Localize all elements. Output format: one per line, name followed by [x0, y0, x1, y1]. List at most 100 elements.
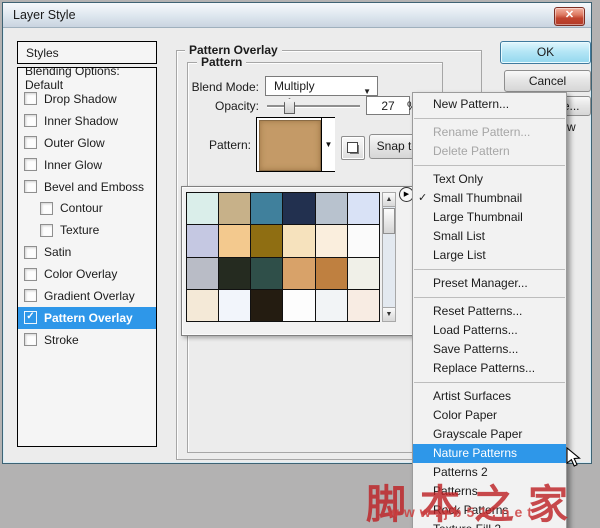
menu-item-color-paper[interactable]: Color Paper — [413, 406, 566, 425]
current-pattern-thumbnail[interactable] — [259, 120, 321, 171]
styles-item-pattern-overlay[interactable]: ✓ Pattern Overlay — [18, 307, 156, 329]
styles-item-label: Bevel and Emboss — [44, 180, 144, 194]
styles-item-gradient-overlay[interactable]: Gradient Overlay — [18, 285, 156, 307]
checkbox[interactable] — [24, 180, 37, 193]
styles-item-texture[interactable]: Texture — [18, 219, 156, 241]
pattern-swatch[interactable] — [219, 193, 250, 224]
menu-item-small-thumbnail[interactable]: ✓Small Thumbnail — [413, 189, 566, 208]
menu-item-new-pattern[interactable]: New Pattern... — [413, 95, 566, 114]
styles-header-label: Styles — [26, 46, 59, 60]
checkbox[interactable] — [24, 333, 37, 346]
new-preset-button[interactable] — [341, 136, 365, 160]
styles-item-label: Drop Shadow — [44, 92, 117, 106]
styles-item-label: Inner Glow — [44, 158, 102, 172]
styles-item-inner-shadow[interactable]: Inner Shadow — [18, 110, 156, 132]
styles-item-outer-glow[interactable]: Outer Glow — [18, 132, 156, 154]
dialog-title: Layer Style — [13, 8, 76, 22]
menu-item-large-list[interactable]: Large List — [413, 246, 566, 265]
pattern-swatch[interactable] — [251, 225, 282, 256]
menu-item-text-only[interactable]: Text Only — [413, 170, 566, 189]
checkbox-checked[interactable]: ✓ — [24, 311, 37, 324]
blend-mode-value: Multiply — [274, 79, 315, 93]
menu-item-load-patterns[interactable]: Load Patterns... — [413, 321, 566, 340]
blend-mode-label: Blend Mode: — [173, 80, 259, 94]
checkbox[interactable] — [40, 202, 53, 215]
styles-item-bevel-and-emboss[interactable]: Bevel and Emboss — [18, 176, 156, 198]
opacity-slider-track[interactable] — [267, 105, 360, 108]
styles-item-label: Satin — [44, 245, 71, 259]
pattern-swatch[interactable] — [283, 193, 314, 224]
menu-separator — [414, 297, 565, 298]
menu-item-small-list[interactable]: Small List — [413, 227, 566, 246]
pattern-swatch[interactable] — [219, 258, 250, 289]
pattern-swatch[interactable] — [251, 290, 282, 321]
pattern-swatch[interactable] — [283, 258, 314, 289]
checkbox[interactable] — [24, 246, 37, 259]
checkbox[interactable] — [24, 114, 37, 127]
picker-scrollbar[interactable]: ▲ ▼ — [382, 192, 396, 322]
pattern-swatch[interactable] — [187, 225, 218, 256]
pattern-swatch[interactable] — [219, 225, 250, 256]
title-bar[interactable]: Layer Style ✕ — [3, 3, 591, 28]
pattern-swatch[interactable] — [251, 193, 282, 224]
blend-mode-select[interactable]: Multiply ▼ — [265, 76, 378, 96]
pattern-swatch[interactable] — [316, 193, 347, 224]
opacity-value-field[interactable]: 27 — [366, 96, 410, 115]
pattern-swatch[interactable] — [348, 290, 379, 321]
menu-item-preset-manager[interactable]: Preset Manager... — [413, 274, 566, 293]
pattern-swatch[interactable] — [348, 225, 379, 256]
styles-item-inner-glow[interactable]: Inner Glow — [18, 154, 156, 176]
pattern-swatch[interactable] — [219, 290, 250, 321]
menu-item-grayscale-paper[interactable]: Grayscale Paper — [413, 425, 566, 444]
menu-item-artist-surfaces[interactable]: Artist Surfaces — [413, 387, 566, 406]
menu-item-rename-pattern: Rename Pattern... — [413, 123, 566, 142]
menu-separator — [414, 165, 565, 166]
checkbox[interactable] — [24, 136, 37, 149]
pattern-swatch[interactable] — [316, 290, 347, 321]
menu-item-nature-patterns[interactable]: Nature Patterns — [413, 444, 566, 463]
pattern-swatch[interactable] — [316, 225, 347, 256]
scroll-up-icon[interactable]: ▲ — [383, 193, 395, 207]
menu-item-save-patterns[interactable]: Save Patterns... — [413, 340, 566, 359]
checkbox[interactable] — [40, 224, 53, 237]
styles-item-label: Pattern Overlay — [44, 311, 133, 325]
styles-item-drop-shadow[interactable]: Drop Shadow — [18, 88, 156, 110]
ok-button[interactable]: OK — [500, 41, 591, 64]
pattern-group-label: Pattern — [197, 55, 246, 69]
pattern-swatch[interactable] — [316, 258, 347, 289]
pattern-well[interactable]: ▼ — [256, 117, 335, 172]
close-button[interactable]: ✕ — [554, 7, 585, 26]
flyout-arrow-icon: ▶ — [404, 191, 409, 198]
styles-item-satin[interactable]: Satin — [18, 241, 156, 263]
pattern-well-dropdown[interactable]: ▼ — [321, 118, 335, 171]
checkbox[interactable] — [24, 268, 37, 281]
menu-item-replace-patterns[interactable]: Replace Patterns... — [413, 359, 566, 378]
pattern-swatch[interactable] — [251, 258, 282, 289]
pattern-swatch[interactable] — [187, 290, 218, 321]
menu-item-reset-patterns[interactable]: Reset Patterns... — [413, 302, 566, 321]
pattern-swatch[interactable] — [348, 193, 379, 224]
watermark-url: www.jb51.net — [388, 504, 537, 520]
pattern-swatch[interactable] — [283, 225, 314, 256]
styles-item-label: Texture — [60, 223, 99, 237]
pattern-swatch[interactable] — [283, 290, 314, 321]
checkbox[interactable] — [24, 289, 37, 302]
scrollbar-thumb[interactable] — [383, 208, 395, 234]
cancel-button[interactable]: Cancel — [504, 70, 591, 92]
pattern-presets-context-menu: New Pattern... Rename Pattern... Delete … — [412, 92, 567, 528]
menu-separator — [414, 382, 565, 383]
styles-item-stroke[interactable]: Stroke — [18, 329, 156, 351]
menu-item-large-thumbnail[interactable]: Large Thumbnail — [413, 208, 566, 227]
pattern-swatch[interactable] — [187, 258, 218, 289]
menu-separator — [414, 118, 565, 119]
styles-item-label: Color Overlay — [44, 267, 117, 281]
styles-item-contour[interactable]: Contour — [18, 197, 156, 219]
pattern-swatch[interactable] — [187, 193, 218, 224]
checkbox[interactable] — [24, 158, 37, 171]
scroll-down-icon[interactable]: ▼ — [383, 307, 395, 321]
checkbox[interactable] — [24, 92, 37, 105]
styles-item-blending-options[interactable]: Blending Options: Default — [18, 68, 156, 88]
desktop-background: Layer Style ✕ Styles Blending Options: D… — [0, 0, 600, 528]
pattern-swatch[interactable] — [348, 258, 379, 289]
styles-item-color-overlay[interactable]: Color Overlay — [18, 263, 156, 285]
